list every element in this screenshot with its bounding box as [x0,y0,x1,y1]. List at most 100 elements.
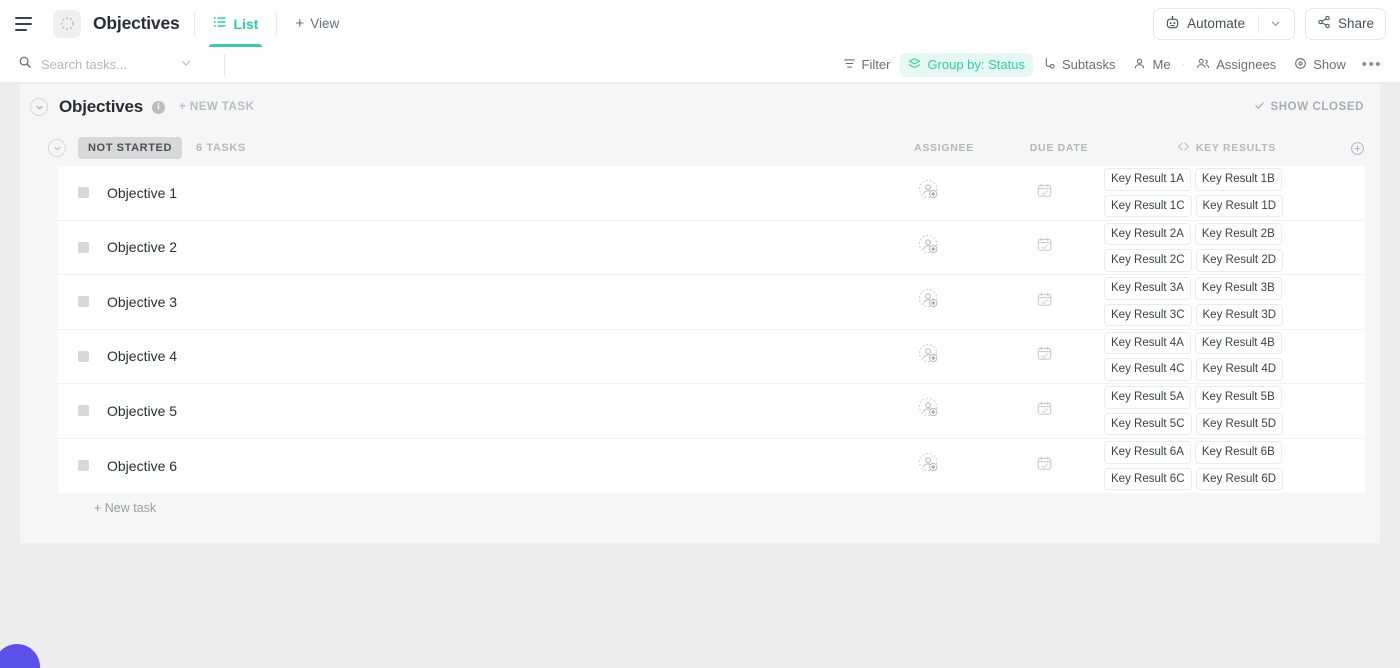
key-result-chip[interactable]: Key Result 5D [1195,412,1284,436]
add-assignee-icon[interactable] [918,288,940,315]
share-button[interactable]: Share [1304,7,1386,40]
key-results-cell[interactable]: Key Result 6A Key Result 6B Key Result 6C K… [1104,437,1319,494]
key-result-chip[interactable]: Key Result 3D [1195,303,1284,327]
key-result-chip[interactable]: Key Result 4B [1194,331,1282,355]
key-result-chip[interactable]: Key Result 4C [1104,358,1192,381]
add-column-plus-circle-icon[interactable] [1334,141,1380,156]
dotted-circle-icon[interactable] [53,9,81,38]
calendar-icon[interactable] [1036,182,1053,204]
add-assignee-icon[interactable] [918,343,940,370]
search-input[interactable] [41,57,171,72]
key-result-chip[interactable]: Key Result 5C [1104,412,1192,436]
calendar-icon[interactable] [1036,291,1053,313]
key-results-cell[interactable]: Key Result 1A Key Result 1B Key Result 1C K… [1104,164,1319,221]
status-square-icon[interactable] [78,241,89,253]
assignees-button[interactable]: Assignees [1188,53,1284,77]
table-row[interactable]: Objective 3 Key Result 3A Key Result 3B Ke… [58,275,1365,330]
add-assignee-icon[interactable] [918,397,940,424]
add-assignee-icon[interactable] [918,179,940,206]
subtasks-button[interactable]: Subtasks [1035,53,1123,77]
table-row[interactable]: Objective 6 Key Result 6A Key Result 6B Ke… [58,437,1365,494]
table-row[interactable]: Objective 5 Key Result 5A Key Result 5B Ke… [58,384,1365,439]
key-result-chip[interactable]: Key Result 4A [1104,331,1191,355]
key-result-chip[interactable]: Key Result 1B [1194,168,1282,191]
automate-button[interactable]: Automate [1153,7,1295,40]
status-square-icon[interactable] [78,460,89,472]
status-badge[interactable]: NOT STARTED [78,137,183,159]
key-result-chip[interactable]: Key Result 3A [1104,277,1191,300]
hamburger-icon[interactable] [12,11,38,37]
due-date-cell[interactable] [984,291,1104,313]
calendar-icon[interactable] [1036,236,1053,258]
assignee-cell[interactable] [874,234,984,261]
add-view-button[interactable]: + View [291,15,343,32]
calendar-icon[interactable] [1036,455,1053,477]
key-results-cell[interactable]: Key Result 3A Key Result 3B Key Result 3C K… [1104,273,1319,330]
more-options-icon[interactable]: ••• [1356,56,1388,73]
section-collapse-chevron-down-icon[interactable] [30,98,48,116]
status-square-icon[interactable] [78,350,89,362]
key-result-chip[interactable]: Key Result 4D [1195,358,1284,381]
group-collapse-chevron-down-icon[interactable] [48,139,66,157]
column-header-key-results[interactable]: KEY RESULTS [1119,141,1334,155]
key-results-cell[interactable]: Key Result 5A Key Result 5B Key Result 5C K… [1104,382,1319,439]
key-result-chip[interactable]: Key Result 6A [1104,441,1191,464]
assignee-cell[interactable] [874,452,984,479]
key-result-chip[interactable]: Key Result 6C [1104,467,1192,491]
new-task-link[interactable]: + NEW TASK [179,101,254,113]
add-assignee-icon[interactable] [918,234,940,261]
add-assignee-icon[interactable] [918,452,940,479]
key-result-chip[interactable]: Key Result 6B [1194,441,1282,464]
column-header-assignee[interactable]: ASSIGNEE [889,142,999,154]
task-name-cell[interactable]: Objective 4 [58,348,874,364]
chevron-down-icon[interactable] [1268,18,1283,29]
assignee-cell[interactable] [874,179,984,206]
task-name-cell[interactable]: Objective 2 [58,239,874,255]
key-result-chip[interactable]: Key Result 1A [1104,168,1191,191]
due-date-cell[interactable] [984,400,1104,422]
table-row[interactable]: Objective 2 Key Result 2A Key Result 2B Ke… [58,219,1365,276]
key-result-chip[interactable]: Key Result 1D [1195,194,1284,218]
key-results-cell[interactable]: Key Result 4A Key Result 4B Key Result 4C K… [1104,328,1319,385]
key-result-chip[interactable]: Key Result 3B [1194,277,1282,300]
key-result-chip[interactable]: Key Result 3C [1104,303,1192,327]
calendar-icon[interactable] [1036,345,1053,367]
task-name-cell[interactable]: Objective 1 [58,185,874,201]
me-filter-button[interactable]: Me [1125,53,1178,77]
calendar-icon[interactable] [1036,400,1053,422]
footer-new-task-button[interactable]: + New task [58,493,1365,523]
search-box[interactable] [18,55,210,74]
assignee-cell[interactable] [874,397,984,424]
tab-list[interactable]: List [208,0,263,47]
group-by-button[interactable]: Group by: Status [900,52,1033,77]
status-square-icon[interactable] [78,187,89,199]
key-result-chip[interactable]: Key Result 2D [1195,249,1284,272]
filter-button[interactable]: Filter [835,53,899,77]
due-date-cell[interactable] [984,455,1104,477]
search-chevron-down-icon[interactable] [180,56,192,74]
table-row[interactable]: Objective 1 Key Result 1A Key Result 1B Ke… [58,166,1365,221]
info-icon[interactable]: i [152,100,165,114]
key-result-chip[interactable]: Key Result 1C [1104,194,1192,218]
key-result-chip[interactable]: Key Result 6D [1195,467,1284,491]
task-name-cell[interactable]: Objective 5 [58,403,874,419]
key-result-chip[interactable]: Key Result 2C [1104,249,1192,272]
key-results-cell[interactable]: Key Result 2A Key Result 2B Key Result 2C K… [1104,219,1319,276]
key-result-chip[interactable]: Key Result 2B [1194,222,1282,246]
due-date-cell[interactable] [984,182,1104,204]
task-name-cell[interactable]: Objective 3 [58,294,874,310]
due-date-cell[interactable] [984,236,1104,258]
task-name-cell[interactable]: Objective 6 [58,458,874,474]
key-result-chip[interactable]: Key Result 2A [1104,222,1191,246]
key-result-chip[interactable]: Key Result 5A [1104,386,1191,409]
key-result-chip[interactable]: Key Result 5B [1194,386,1282,409]
show-closed-button[interactable]: SHOW CLOSED [1254,100,1365,114]
status-square-icon[interactable] [78,405,89,417]
due-date-cell[interactable] [984,345,1104,367]
assignee-cell[interactable] [874,343,984,370]
assignee-cell[interactable] [874,288,984,315]
status-square-icon[interactable] [78,296,89,308]
table-row[interactable]: Objective 4 Key Result 4A Key Result 4B Ke… [58,328,1365,385]
show-button[interactable]: Show [1286,53,1354,77]
column-header-due-date[interactable]: DUE DATE [999,142,1119,154]
